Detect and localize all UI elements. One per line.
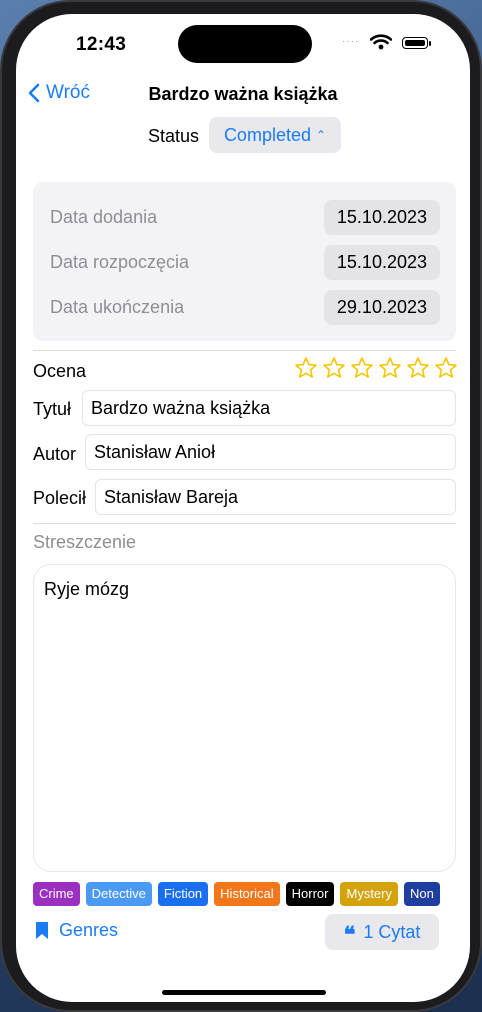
rating-stars xyxy=(294,356,458,380)
divider xyxy=(33,350,456,351)
wifi-icon xyxy=(370,34,392,50)
screen: 12:43 ···· Wróć Bardzo ważna książka Sta… xyxy=(16,14,470,1002)
genres-button[interactable]: Genres xyxy=(35,920,118,941)
quotes-label: 1 Cytat xyxy=(363,921,421,942)
quotes-button[interactable]: ❝ 1 Cytat xyxy=(325,914,439,950)
genre-tag[interactable]: Horror xyxy=(285,882,335,906)
battery-tip xyxy=(429,41,431,46)
quote-icon: ❝ xyxy=(343,922,356,947)
date-label: Data rozpoczęcia xyxy=(50,251,190,272)
genre-tag[interactable]: Detective xyxy=(85,882,152,906)
title-field[interactable]: Bardzo ważna książka xyxy=(82,390,456,426)
star-icon[interactable] xyxy=(322,356,346,380)
date-picker-started[interactable]: 15.10.2023 xyxy=(323,244,440,280)
star-icon[interactable] xyxy=(378,356,402,380)
author-label: Autor xyxy=(33,444,77,464)
genre-tags: Crime Detective Fiction Historical Horror Mys… xyxy=(33,882,456,908)
genre-tag[interactable]: Non xyxy=(403,882,440,906)
phone-frame: 12:43 ···· Wróć Bardzo ważna książka Sta… xyxy=(0,0,482,1012)
summary-textarea[interactable]: Ryje mózg xyxy=(33,564,456,872)
genre-tag[interactable]: Mystery xyxy=(340,882,398,906)
summary-label: Streszczenie xyxy=(33,532,137,552)
signal-icon: ···· xyxy=(342,36,360,47)
date-picker-added[interactable]: 15.10.2023 xyxy=(323,199,440,235)
battery-icon xyxy=(402,37,428,49)
dates-section: Data dodania 15.10.2023 Data rozpoczęcia… xyxy=(33,182,456,341)
date-row-finished: Data ukończenia 29.10.2023 xyxy=(50,289,440,325)
date-row-added: Data dodania 15.10.2023 xyxy=(50,199,440,235)
star-icon[interactable] xyxy=(294,356,318,380)
status-time: 12:43 xyxy=(76,34,127,55)
title-label: Tytuł xyxy=(33,399,72,419)
home-indicator xyxy=(162,990,326,995)
author-field[interactable]: Stanisław Anioł xyxy=(85,434,456,470)
bookmark-icon xyxy=(36,922,48,939)
status-label: Status xyxy=(148,126,200,146)
status-picker[interactable]: Completed ⌃ xyxy=(209,117,341,153)
page-title: Bardzo ważna książka xyxy=(148,84,338,104)
date-label: Data ukończenia xyxy=(50,296,185,317)
date-picker-finished[interactable]: 29.10.2023 xyxy=(323,289,440,325)
divider xyxy=(33,523,456,524)
date-label: Data dodania xyxy=(50,206,158,227)
genre-tag[interactable]: Crime xyxy=(33,882,80,906)
recommended-field[interactable]: Stanisław Bareja xyxy=(95,479,456,515)
status-value: Completed xyxy=(223,124,311,145)
dynamic-island xyxy=(178,25,312,63)
genre-tag[interactable]: Historical xyxy=(214,882,280,906)
star-icon[interactable] xyxy=(434,356,458,380)
star-icon[interactable] xyxy=(350,356,374,380)
rating-label: Ocena xyxy=(33,361,87,381)
genre-tag[interactable]: Fiction xyxy=(157,882,209,906)
chevron-up-down-icon: ⌃ xyxy=(315,128,327,142)
star-icon[interactable] xyxy=(406,356,430,380)
date-row-started: Data rozpoczęcia 15.10.2023 xyxy=(50,244,440,280)
genres-label: Genres xyxy=(59,920,119,940)
recommended-label: Polecił xyxy=(33,488,87,508)
